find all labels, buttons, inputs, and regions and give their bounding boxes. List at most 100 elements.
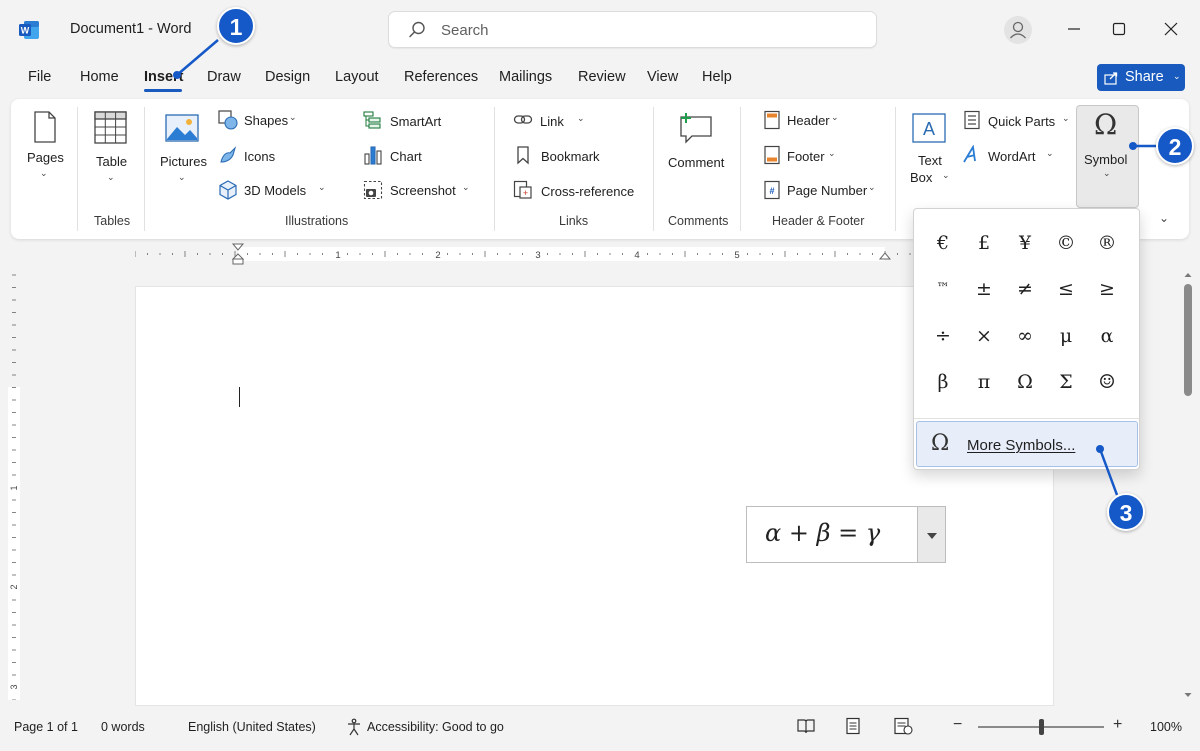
left-indent-marker[interactable] (232, 258, 244, 265)
smartart-label: SmartArt (390, 114, 442, 129)
pages-button[interactable]: Pages ⌄ (24, 106, 66, 186)
read-mode-icon[interactable] (796, 717, 816, 735)
shapes-icon (218, 110, 238, 130)
separator (494, 107, 495, 231)
symbol-cell[interactable]: × (964, 314, 1004, 358)
symbol-label: Symbol (1084, 152, 1128, 167)
chart-button[interactable]: Chart (363, 145, 453, 167)
3d-models-button[interactable]: 3D Models ⌄ (218, 180, 330, 202)
symbol-cell[interactable]: β (923, 360, 963, 404)
share-button[interactable]: Share ⌄ (1097, 64, 1185, 91)
scroll-down-icon[interactable] (1183, 690, 1193, 700)
text-box-button[interactable]: A Text Box ⌄ (906, 106, 954, 186)
header-icon (764, 110, 780, 130)
symbol-cell[interactable]: ÷ (923, 314, 963, 358)
group-label-tables: Tables (94, 214, 131, 228)
separator (895, 107, 896, 231)
quick-parts-label: Quick Parts (988, 114, 1056, 129)
zoom-in-button[interactable]: + (1113, 716, 1122, 734)
table-button[interactable]: Table ⌄ (89, 106, 131, 186)
equation-box[interactable]: α + β = γ (746, 506, 946, 563)
link-chevron-icon: ⌄ (577, 113, 585, 123)
symbol-cell[interactable]: π (964, 360, 1004, 404)
symbol-cell[interactable]: Σ (1046, 360, 1086, 404)
accessibility-status[interactable]: Accessibility: Good to go (367, 720, 504, 734)
share-label: Share (1125, 69, 1164, 85)
search-box[interactable]: Search (388, 11, 877, 48)
shapes-button[interactable]: Shapes ⌄ (218, 110, 308, 132)
symbol-cell[interactable]: Ω (1005, 360, 1045, 404)
more-symbols-button[interactable]: Ω More Symbols... (916, 421, 1138, 467)
ruler-number: 3 (535, 250, 540, 261)
maximize-icon[interactable] (1108, 18, 1130, 40)
page-number-button[interactable]: # Page Number ⌄ (762, 180, 882, 202)
symbol-cell[interactable]: ≥ (1087, 267, 1127, 311)
tab-view[interactable]: View (647, 69, 678, 85)
link-label: Link (540, 114, 564, 129)
footer-button[interactable]: Footer ⌄ (762, 145, 852, 167)
tab-file[interactable]: File (28, 69, 51, 85)
symbol-cell[interactable]: £ (964, 221, 1004, 265)
tab-review[interactable]: Review (578, 69, 626, 85)
tab-home[interactable]: Home (80, 69, 119, 85)
zoom-level[interactable]: 100% (1150, 720, 1182, 734)
symbol-button[interactable]: Ω Symbol ⌄ (1076, 105, 1139, 208)
header-button[interactable]: Header ⌄ (762, 110, 852, 132)
collapse-ribbon-chevron-icon[interactable]: ⌄ (1159, 211, 1169, 225)
close-icon[interactable] (1160, 18, 1182, 40)
symbol-cell[interactable]: ± (964, 267, 1004, 311)
icons-label: Icons (244, 149, 276, 164)
symbol-cell[interactable]: ∞ (1005, 314, 1045, 358)
print-layout-icon[interactable] (844, 717, 862, 735)
symbol-cell[interactable]: μ (1046, 314, 1086, 358)
table-chevron-icon: ⌄ (107, 172, 115, 182)
pictures-button[interactable]: Pictures ⌄ (156, 106, 208, 186)
smartart-button[interactable]: SmartArt (363, 110, 453, 132)
tab-design[interactable]: Design (265, 69, 310, 85)
web-layout-icon[interactable] (893, 717, 913, 735)
zoom-slider-thumb[interactable] (1038, 719, 1044, 735)
wordart-button[interactable]: WordArt ⌄ (962, 145, 1062, 167)
symbol-cell[interactable]: α (1087, 314, 1127, 358)
page-count[interactable]: Page 1 of 1 (14, 720, 78, 734)
tab-mailings[interactable]: Mailings (499, 69, 552, 85)
symbol-cell[interactable]: ☺ (1087, 360, 1127, 404)
screenshot-button[interactable]: Screenshot ⌄ (363, 180, 475, 202)
symbol-cell[interactable]: ® (1087, 221, 1127, 265)
scroll-up-icon[interactable] (1183, 270, 1193, 280)
cross-reference-button[interactable]: + Cross-reference (513, 180, 638, 202)
tab-insert[interactable]: Insert (144, 69, 184, 85)
text-box-icon: A (912, 113, 946, 143)
account-avatar[interactable] (1004, 16, 1032, 44)
tab-layout[interactable]: Layout (335, 69, 379, 85)
pictures-icon (165, 114, 199, 142)
minimize-icon[interactable] (1063, 18, 1085, 40)
separator (144, 107, 145, 231)
symbol-cell[interactable]: ≤ (1046, 267, 1086, 311)
icons-icon (220, 146, 237, 163)
tab-references[interactable]: References (404, 69, 478, 85)
word-count[interactable]: 0 words (101, 720, 145, 734)
language-status[interactable]: English (United States) (188, 720, 316, 734)
accessibility-icon (348, 718, 360, 736)
symbol-cell[interactable]: € (923, 221, 963, 265)
equation-options-button[interactable] (917, 507, 945, 562)
scrollbar-thumb[interactable] (1184, 284, 1192, 396)
tab-help[interactable]: Help (702, 69, 732, 85)
bookmark-button[interactable]: Bookmark (513, 145, 613, 167)
symbol-cell[interactable]: ≠ (1005, 267, 1045, 311)
zoom-out-button[interactable]: − (953, 716, 962, 734)
equation-text: α + β = γ (765, 519, 881, 547)
vertical-ruler: 1 2 3 (8, 270, 20, 700)
icons-button[interactable]: Icons (218, 145, 308, 167)
table-icon (94, 111, 127, 144)
link-button[interactable]: Link ⌄ (513, 110, 593, 132)
comment-button[interactable]: Comment (664, 106, 729, 186)
vertical-scrollbar[interactable] (1183, 270, 1193, 700)
symbol-cell[interactable]: ¥ (1005, 221, 1045, 265)
symbol-cell[interactable]: ™ (923, 267, 963, 311)
share-icon (1104, 72, 1118, 85)
symbol-cell[interactable]: © (1046, 221, 1086, 265)
tab-draw[interactable]: Draw (207, 69, 241, 85)
quick-parts-button[interactable]: Quick Parts ⌄ (962, 110, 1072, 132)
